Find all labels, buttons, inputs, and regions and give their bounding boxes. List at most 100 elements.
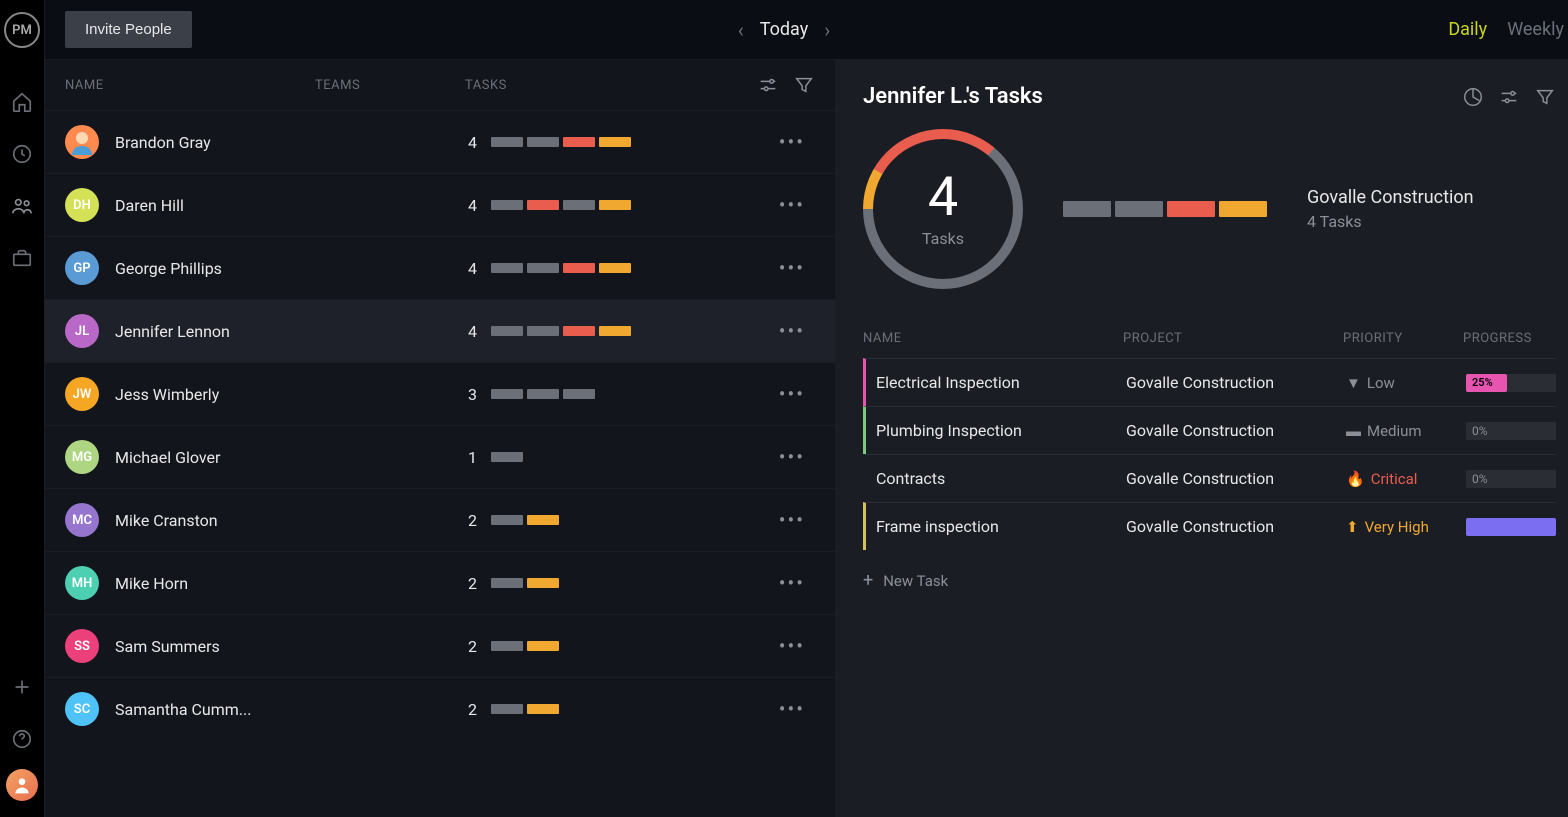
task-bars — [491, 263, 769, 273]
priority-icon: 🔥 — [1346, 470, 1365, 488]
task-bar — [491, 641, 523, 651]
task-priority-label: ▼ Low — [1346, 374, 1466, 392]
nav-people-icon[interactable] — [0, 184, 44, 228]
task-bar — [599, 326, 631, 336]
task-bar — [491, 704, 523, 714]
summary-task-count: 4 Tasks — [1307, 212, 1474, 231]
task-bar — [527, 263, 559, 273]
avatar: GP — [65, 251, 99, 285]
task-count-label: 4 — [465, 259, 477, 278]
task-row[interactable]: Frame inspection Govalle Construction ⬆ … — [863, 502, 1556, 550]
nav-recent-icon[interactable] — [0, 132, 44, 176]
avatar: SC — [65, 692, 99, 726]
person-row[interactable]: MC Mike Cranston 2 ••• — [45, 488, 835, 551]
th-priority: PRIORITY — [1343, 331, 1463, 346]
more-actions-icon[interactable]: ••• — [769, 571, 815, 595]
invite-people-button[interactable]: Invite People — [65, 11, 192, 48]
person-row[interactable]: MH Mike Horn 2 ••• — [45, 551, 835, 614]
task-count-label: 3 — [465, 385, 477, 404]
th-progress: PROGRESS — [1463, 331, 1556, 346]
task-progress: 0% — [1466, 422, 1556, 440]
task-name-label: Electrical Inspection — [876, 373, 1126, 392]
task-bar — [491, 452, 523, 462]
person-row[interactable]: GP George Phillips 4 ••• — [45, 236, 835, 299]
task-bar — [527, 641, 559, 651]
task-project-label: Govalle Construction — [1126, 373, 1346, 392]
avatar — [65, 125, 99, 159]
view-weekly-tab[interactable]: Weekly — [1507, 19, 1564, 40]
person-name-label: Michael Glover — [115, 448, 315, 467]
more-actions-icon[interactable]: ••• — [769, 508, 815, 532]
task-bar — [599, 263, 631, 273]
task-bar — [563, 263, 595, 273]
task-priority-label: ▬ Medium — [1346, 422, 1466, 440]
more-actions-icon[interactable]: ••• — [769, 319, 815, 343]
person-name-label: Brandon Gray — [115, 133, 315, 152]
pie-chart-icon[interactable] — [1462, 86, 1484, 108]
task-name-label: Plumbing Inspection — [876, 421, 1126, 440]
gauge-label: Tasks — [922, 229, 964, 248]
task-project-label: Govalle Construction — [1126, 517, 1346, 536]
person-row[interactable]: JW Jess Wimberly 3 ••• — [45, 362, 835, 425]
avatar: JL — [65, 314, 99, 348]
task-bar — [527, 578, 559, 588]
task-bar — [491, 263, 523, 273]
person-row[interactable]: Brandon Gray 4 ••• — [45, 110, 835, 173]
task-bars — [491, 200, 769, 210]
task-bar — [563, 137, 595, 147]
task-project-label: Govalle Construction — [1126, 469, 1346, 488]
more-actions-icon[interactable]: ••• — [769, 256, 815, 280]
person-row[interactable]: DH Daren Hill 4 ••• — [45, 173, 835, 236]
nav-add-icon[interactable] — [0, 665, 44, 709]
task-bars — [491, 137, 769, 147]
filter-icon[interactable] — [793, 74, 815, 96]
view-daily-tab[interactable]: Daily — [1448, 19, 1487, 40]
task-bar — [527, 515, 559, 525]
task-bars — [491, 641, 769, 651]
task-count-gauge: 4 Tasks — [863, 129, 1023, 289]
task-name-label: Contracts — [876, 469, 1126, 488]
priority-icon: ▼ — [1346, 374, 1361, 392]
task-row[interactable]: Electrical Inspection Govalle Constructi… — [863, 358, 1556, 406]
task-row[interactable]: Contracts Govalle Construction 🔥 Critica… — [863, 454, 1556, 502]
nav-help-icon[interactable] — [0, 717, 44, 761]
nav-briefcase-icon[interactable] — [0, 236, 44, 280]
task-count-label: 2 — [465, 574, 477, 593]
filter-icon[interactable] — [1534, 86, 1556, 108]
task-detail-panel: Jennifer L.'s Tasks 4 Tasks — [835, 60, 1568, 817]
person-row[interactable]: MG Michael Glover 1 ••• — [45, 425, 835, 488]
more-actions-icon[interactable]: ••• — [769, 697, 815, 721]
more-actions-icon[interactable]: ••• — [769, 382, 815, 406]
person-row[interactable]: JL Jennifer Lennon 4 ••• — [45, 299, 835, 362]
more-actions-icon[interactable]: ••• — [769, 445, 815, 469]
more-actions-icon[interactable]: ••• — [769, 193, 815, 217]
task-row[interactable]: Plumbing Inspection Govalle Construction… — [863, 406, 1556, 454]
plus-icon: + — [863, 570, 873, 591]
avatar: DH — [65, 188, 99, 222]
person-name-label: Jess Wimberly — [115, 385, 315, 404]
nav-home-icon[interactable] — [0, 80, 44, 124]
person-name-label: George Phillips — [115, 259, 315, 278]
avatar: MG — [65, 440, 99, 474]
more-actions-icon[interactable]: ••• — [769, 634, 815, 658]
settings-sliders-icon[interactable] — [757, 74, 779, 96]
people-list-panel: NAME TEAMS TASKS Brandon Gray 4 ••• DH D… — [45, 60, 835, 817]
more-actions-icon[interactable]: ••• — [769, 130, 815, 154]
task-progress: 0% — [1466, 470, 1556, 488]
task-bar — [527, 200, 559, 210]
task-bars — [491, 515, 769, 525]
task-bars — [491, 389, 769, 399]
date-next-icon[interactable]: › — [820, 18, 834, 42]
task-bar — [527, 704, 559, 714]
person-row[interactable]: SS Sam Summers 2 ••• — [45, 614, 835, 677]
detail-title: Jennifer L.'s Tasks — [863, 84, 1043, 109]
task-count-label: 2 — [465, 511, 477, 530]
user-avatar-icon[interactable] — [6, 769, 38, 801]
date-prev-icon[interactable]: ‹ — [734, 18, 748, 42]
task-bar — [599, 137, 631, 147]
th-project: PROJECT — [1123, 331, 1343, 346]
task-bar — [491, 389, 523, 399]
settings-sliders-icon[interactable] — [1498, 86, 1520, 108]
person-row[interactable]: SC Samantha Cumm... 2 ••• — [45, 677, 835, 740]
new-task-button[interactable]: + New Task — [863, 550, 1556, 611]
